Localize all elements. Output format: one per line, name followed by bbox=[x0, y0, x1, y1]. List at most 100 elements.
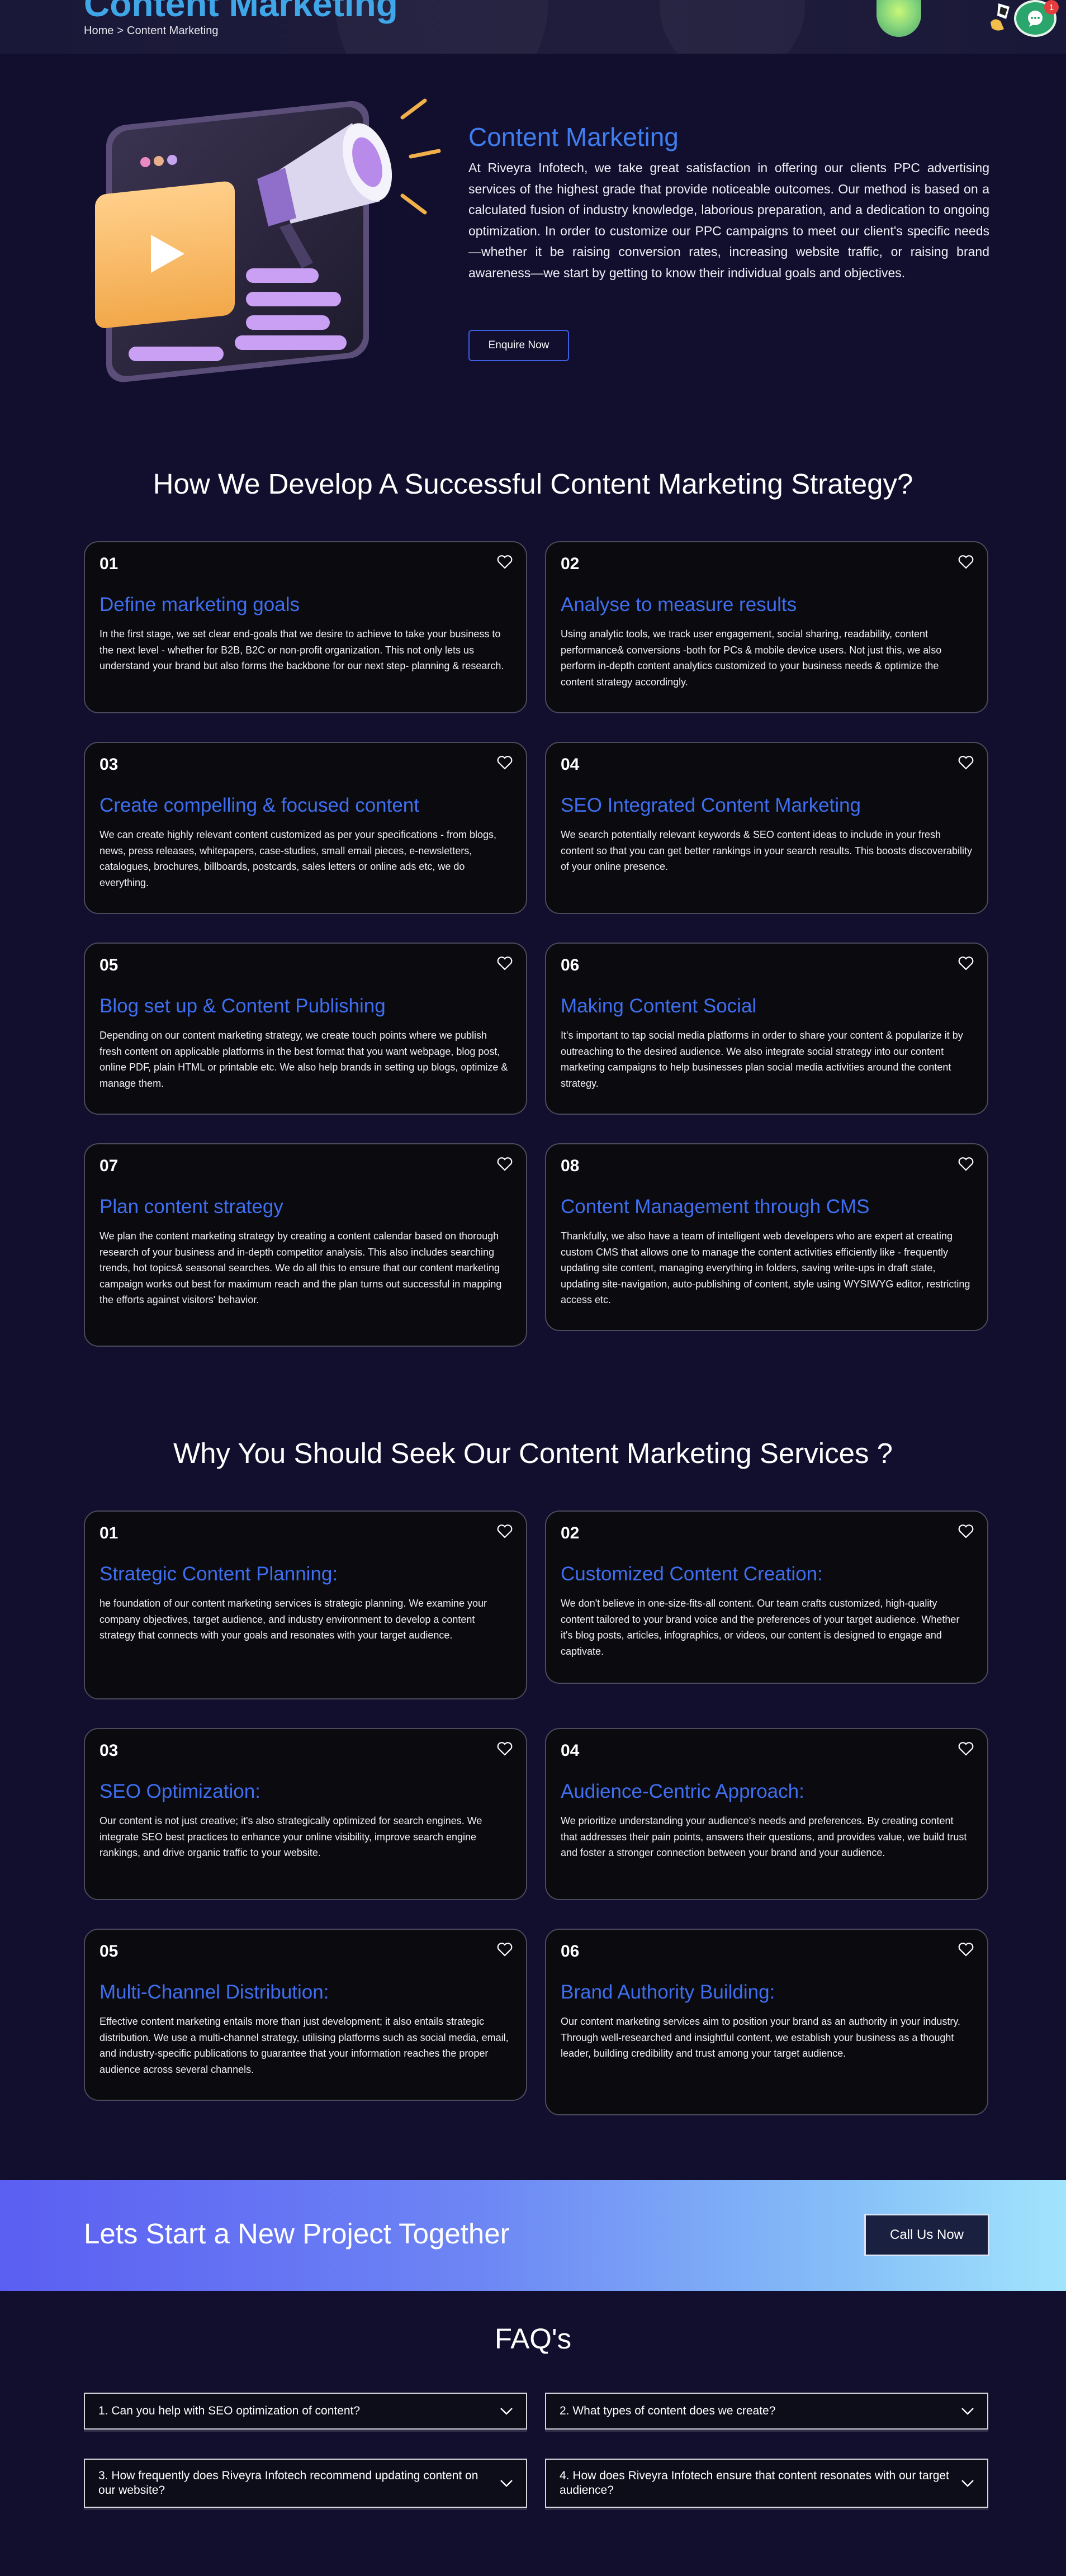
card-body: Our content marketing services aim to po… bbox=[561, 2016, 961, 2059]
intro-heading: Content Marketing bbox=[468, 122, 679, 151]
why-card-01: 01 Strategic Content Planning: he founda… bbox=[84, 1510, 527, 1699]
card-number: 04 bbox=[561, 1741, 580, 1760]
card-title: Strategic Content Planning: bbox=[100, 1563, 338, 1585]
card-number: 05 bbox=[100, 1942, 119, 1961]
breadcrumb-home[interactable]: Home bbox=[84, 25, 113, 37]
card-number: 06 bbox=[561, 956, 580, 974]
breadcrumb: Home > Content Marketing bbox=[84, 25, 218, 37]
chevron-down-icon bbox=[500, 2408, 513, 2415]
intro-paragraph: At Riveyra Infotech, we take great satis… bbox=[468, 160, 989, 280]
heart-icon[interactable] bbox=[497, 1524, 513, 1538]
card-body: Thankfully, we also have a team of intel… bbox=[561, 1230, 970, 1305]
faq-title: FAQ's bbox=[494, 2323, 572, 2355]
chat-icon bbox=[1028, 11, 1043, 27]
heart-icon[interactable] bbox=[497, 1157, 513, 1171]
chevron-down-icon bbox=[961, 2480, 974, 2487]
card-title: Content Management through CMS bbox=[561, 1196, 870, 1218]
card-title: Blog set up & Content Publishing bbox=[100, 995, 386, 1017]
breadcrumb-separator: > bbox=[117, 25, 124, 37]
card-number: 01 bbox=[100, 555, 119, 573]
cta-banner: Lets Start a New Project Together Call U… bbox=[0, 2180, 1066, 2291]
card-title: Brand Authority Building: bbox=[561, 1981, 775, 2003]
card-body: We plan the content marketing strategy b… bbox=[100, 1230, 502, 1305]
card-number: 05 bbox=[100, 956, 119, 974]
chevron-down-icon bbox=[500, 2480, 513, 2487]
heart-icon[interactable] bbox=[958, 1157, 974, 1171]
heart-icon[interactable] bbox=[958, 1741, 974, 1756]
card-number: 04 bbox=[561, 755, 580, 774]
page-header: Content Marketing Home > Content Marketing… bbox=[0, 0, 1066, 54]
why-card-05: 05 Multi-Channel Distribution: Effective… bbox=[84, 1929, 527, 2101]
card-body: Depending on our content marketing strat… bbox=[100, 1030, 508, 1089]
why-card-03: 03 SEO Optimization: Our content is not … bbox=[84, 1728, 527, 1900]
enquire-now-button[interactable]: Enquire Now bbox=[468, 330, 569, 361]
strategy-card-04: 04 SEO Integrated Content Marketing We s… bbox=[545, 742, 988, 914]
card-body: Effective content marketing entails more… bbox=[100, 2016, 509, 2075]
card-number: 02 bbox=[561, 1524, 580, 1542]
strategy-card-03: 03 Create compelling & focused content W… bbox=[84, 742, 527, 914]
faq-question: 2. What types of content does we create? bbox=[560, 2404, 776, 2417]
card-number: 07 bbox=[100, 1157, 119, 1175]
card-number: 08 bbox=[561, 1157, 580, 1175]
faq-item-4[interactable]: 4. How does Riveyra Infotech ensure that… bbox=[545, 2459, 988, 2508]
strategy-card-06: 06 Making Content Social It's important … bbox=[545, 943, 988, 1115]
chevron-down-icon bbox=[961, 2408, 974, 2415]
strategy-section-title: How We Develop A Successful Content Mark… bbox=[153, 468, 913, 500]
strategy-card-08: 08 Content Management through CMS Thankf… bbox=[545, 1143, 988, 1331]
strategy-card-01: 01 Define marketing goals In the first s… bbox=[84, 541, 527, 713]
heart-icon[interactable] bbox=[497, 555, 513, 569]
faq-question: 4. How does Riveyra Infotech ensure that… bbox=[560, 2469, 949, 2497]
card-number: 03 bbox=[100, 1741, 119, 1760]
faq-question: 3. How frequently does Riveyra Infotech … bbox=[98, 2469, 478, 2497]
sticker-icon bbox=[991, 3, 1010, 31]
heart-icon[interactable] bbox=[497, 1942, 513, 1957]
heart-icon[interactable] bbox=[497, 1741, 513, 1756]
heart-icon[interactable] bbox=[497, 956, 513, 970]
heart-icon[interactable] bbox=[958, 755, 974, 770]
megaphone-illustration bbox=[95, 98, 441, 382]
call-us-now-button[interactable]: Call Us Now bbox=[864, 2214, 989, 2256]
card-title: SEO Optimization: bbox=[100, 1781, 260, 1802]
card-number: 03 bbox=[100, 755, 119, 774]
strategy-card-05: 05 Blog set up & Content Publishing Depe… bbox=[84, 943, 527, 1115]
card-title: Audience-Centric Approach: bbox=[561, 1781, 804, 1802]
heart-icon[interactable] bbox=[958, 1524, 974, 1538]
page-title: Content Marketing bbox=[84, 0, 398, 24]
faq-item-1[interactable]: 1. Can you help with SEO optimization of… bbox=[84, 2393, 527, 2430]
breadcrumb-current: Content Marketing bbox=[127, 25, 219, 37]
cta-heading: Lets Start a New Project Together bbox=[84, 2218, 510, 2250]
notification-badge: 1 bbox=[1044, 0, 1059, 15]
card-title: Define marketing goals bbox=[100, 594, 300, 615]
card-body: We prioritize understanding your audienc… bbox=[561, 1815, 967, 1858]
strategy-card-07: 07 Plan content strategy We plan the con… bbox=[84, 1143, 527, 1347]
faq-item-3[interactable]: 3. How frequently does Riveyra Infotech … bbox=[84, 2459, 527, 2508]
card-body: Our content is not just creative; it's a… bbox=[100, 1815, 482, 1858]
card-body: We can create highly relevant content cu… bbox=[100, 829, 497, 888]
card-body: Using analytic tools, we track user enga… bbox=[561, 628, 942, 688]
why-card-04: 04 Audience-Centric Approach: We priorit… bbox=[545, 1728, 988, 1900]
decor-orb bbox=[877, 0, 921, 37]
why-card-02: 02 Customized Content Creation: We don't… bbox=[545, 1510, 988, 1684]
why-section-title: Why You Should Seek Our Content Marketin… bbox=[173, 1437, 893, 1469]
card-number: 01 bbox=[100, 1524, 119, 1542]
faq-item-2[interactable]: 2. What types of content does we create? bbox=[545, 2393, 988, 2430]
card-title: Create compelling & focused content bbox=[100, 794, 419, 816]
card-title: Customized Content Creation: bbox=[561, 1563, 823, 1585]
card-body: he foundation of our content marketing s… bbox=[100, 1598, 487, 1641]
heart-icon[interactable] bbox=[958, 1942, 974, 1957]
card-title: Analyse to measure results bbox=[561, 594, 797, 615]
card-title: SEO Integrated Content Marketing bbox=[561, 794, 861, 816]
card-title: Making Content Social bbox=[561, 995, 757, 1017]
card-body: It's important to tap social media platf… bbox=[561, 1030, 963, 1089]
strategy-card-02: 02 Analyse to measure results Using anal… bbox=[545, 541, 988, 713]
heart-icon[interactable] bbox=[497, 755, 513, 770]
heart-icon[interactable] bbox=[958, 956, 974, 970]
card-title: Multi-Channel Distribution: bbox=[100, 1981, 329, 2003]
card-body: We search potentially relevant keywords … bbox=[561, 829, 973, 872]
decor-circle bbox=[660, 0, 805, 54]
card-body: We don't believe in one-size-fits-all co… bbox=[561, 1598, 960, 1657]
card-title: Plan content strategy bbox=[100, 1196, 283, 1218]
card-number: 06 bbox=[561, 1942, 580, 1961]
heart-icon[interactable] bbox=[958, 555, 974, 569]
card-number: 02 bbox=[561, 555, 580, 573]
